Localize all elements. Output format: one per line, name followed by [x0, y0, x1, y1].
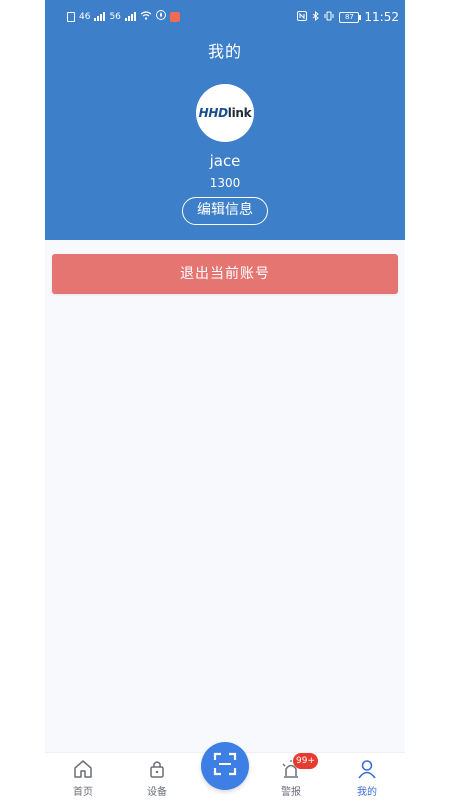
home-icon	[72, 753, 94, 782]
tab-home[interactable]: 首页	[53, 753, 113, 800]
tab-home-label: 首页	[73, 787, 93, 798]
scan-icon	[213, 752, 237, 780]
bluetooth-icon	[312, 10, 320, 24]
tab-devices[interactable]: 设备	[127, 753, 187, 800]
tab-alarms-label: 警报	[281, 787, 301, 798]
drop-icon	[155, 10, 166, 23]
clock: 11:52	[364, 10, 399, 24]
vibrate-icon	[324, 11, 334, 24]
battery-icon: 87	[339, 11, 362, 23]
app-notification-icon	[169, 11, 180, 22]
user-id: 1300	[209, 176, 241, 190]
logout-button[interactable]: 退出当前账号	[52, 254, 398, 294]
user-icon	[356, 753, 378, 782]
tab-profile[interactable]: 我的	[337, 753, 397, 800]
lock-icon	[146, 753, 168, 782]
status-left: 46 56	[67, 10, 180, 23]
signal-icon	[94, 12, 106, 21]
avatar-logo: HHDlink	[198, 106, 252, 120]
avatar[interactable]: HHDlink	[196, 84, 254, 142]
profile-page: 46 56 87 11:52 我的 HHDlink jace 1300 编辑信息…	[45, 0, 405, 800]
nfc-icon	[297, 10, 308, 24]
tab-profile-label: 我的	[357, 787, 377, 798]
sim-icon	[67, 11, 75, 22]
alarm-count-badge: 99+	[293, 753, 318, 769]
network-label-right: 56	[109, 11, 121, 22]
scan-button[interactable]	[201, 742, 249, 790]
status-bar: 46 56 87 11:52	[45, 0, 405, 34]
network-label-left: 46	[79, 11, 91, 22]
signal-icon-2	[124, 12, 136, 21]
status-right: 87 11:52	[297, 10, 399, 24]
username: jace	[209, 152, 241, 170]
profile-header: 46 56 87 11:52 我的 HHDlink jace 1300 编辑信息	[45, 0, 405, 240]
edit-profile-button[interactable]: 编辑信息	[182, 197, 268, 225]
tab-devices-label: 设备	[147, 787, 167, 798]
page-title: 我的	[207, 42, 242, 61]
wifi-icon	[140, 10, 152, 23]
